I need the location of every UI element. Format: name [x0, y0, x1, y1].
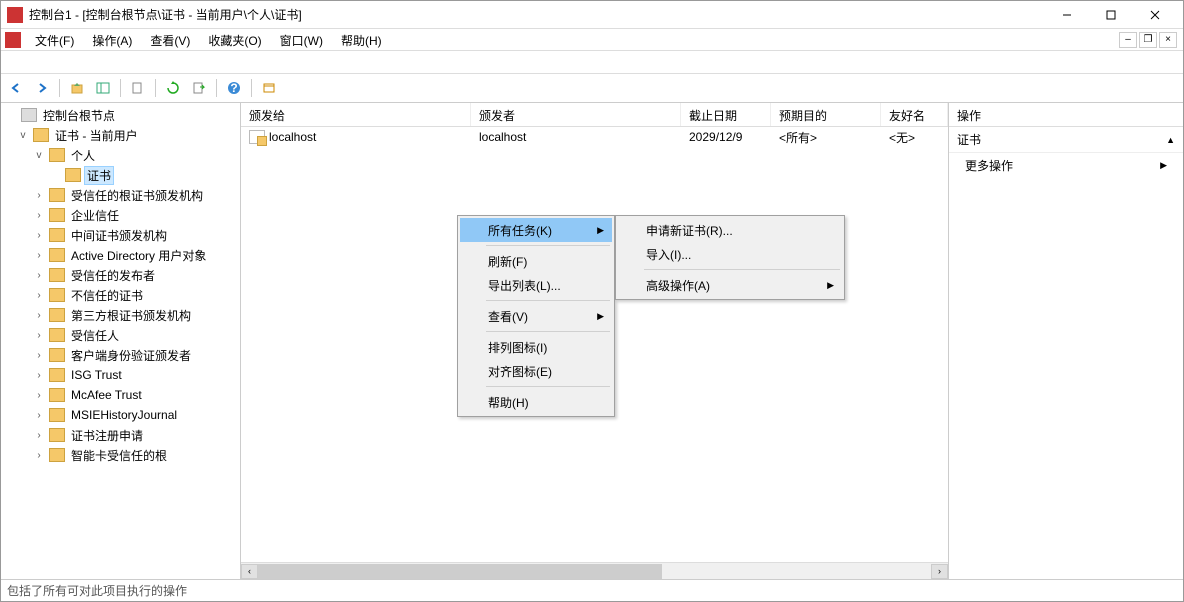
certificate-icon [249, 130, 265, 144]
title-bar: 控制台1 - [控制台根节点\证书 - 当前用户\个人\证书] [1, 1, 1183, 29]
actions-header: 操作 [949, 103, 1183, 127]
col-purpose[interactable]: 预期目的 [771, 103, 881, 126]
forward-button[interactable] [31, 77, 53, 99]
export-button[interactable] [188, 77, 210, 99]
toolbar: ? [1, 73, 1183, 103]
svg-text:?: ? [230, 81, 237, 95]
menu-file[interactable]: 文件(F) [27, 30, 82, 51]
scroll-left-button[interactable]: ‹ [241, 564, 258, 579]
tree-node[interactable]: ›ISG Trust [1, 365, 240, 385]
tree-node[interactable]: ›Active Directory 用户对象 [1, 245, 240, 265]
tree-node[interactable]: ›证书注册申请 [1, 425, 240, 445]
tree-root[interactable]: 控制台根节点 [1, 105, 240, 125]
tree-node[interactable]: ›McAfee Trust [1, 385, 240, 405]
tree-pane[interactable]: 控制台根节点 v证书 - 当前用户 v个人 证书 ›受信任的根证书颁发机构 ›企… [1, 103, 241, 579]
ctx-advanced[interactable]: 高级操作(A)▶ [618, 273, 842, 297]
tree-node[interactable]: ›中间证书颁发机构 [1, 225, 240, 245]
col-friendly[interactable]: 友好名 [881, 103, 948, 126]
tree-node[interactable]: ›受信任的根证书颁发机构 [1, 185, 240, 205]
tree-node[interactable]: ›智能卡受信任的根 [1, 445, 240, 465]
copy-button[interactable] [127, 77, 149, 99]
mdi-close-button[interactable]: × [1159, 32, 1177, 48]
ctx-align[interactable]: 对齐图标(E) [460, 359, 612, 383]
context-menu-sub: 申请新证书(R)... 导入(I)... 高级操作(A)▶ [615, 215, 845, 300]
ctx-request-new-cert[interactable]: 申请新证书(R)... [618, 218, 842, 242]
help-button[interactable]: ? [223, 77, 245, 99]
tree-certificates[interactable]: 证书 [1, 165, 240, 185]
table-row[interactable]: localhost localhost 2029/12/9 <所有> <无> [241, 127, 948, 147]
app-icon [7, 7, 23, 23]
col-issued-to[interactable]: 颁发给 [241, 103, 471, 126]
tree-certs-user[interactable]: v证书 - 当前用户 [1, 125, 240, 145]
back-button[interactable] [5, 77, 27, 99]
new-window-button[interactable] [258, 77, 280, 99]
cell-friendly: <无> [881, 127, 948, 150]
menu-favorites[interactable]: 收藏夹(O) [200, 30, 269, 51]
cell-issued-to: localhost [269, 130, 316, 144]
ctx-help[interactable]: 帮助(H) [460, 390, 612, 414]
cell-exp-date: 2029/12/9 [681, 127, 771, 148]
scroll-thumb[interactable] [258, 564, 662, 579]
ctx-arrange[interactable]: 排列图标(I) [460, 335, 612, 359]
submenu-arrow-icon: ▶ [827, 280, 834, 291]
cell-issued-by: localhost [471, 127, 681, 148]
tree-node[interactable]: ›企业信任 [1, 205, 240, 225]
actions-pane: 操作 证书 ▲ 更多操作 ▶ [948, 103, 1183, 579]
context-menu-main: 所有任务(K)▶ 刷新(F) 导出列表(L)... 查看(V)▶ 排列图标(I)… [457, 215, 615, 417]
ctx-view[interactable]: 查看(V)▶ [460, 304, 612, 328]
collapse-icon: ▲ [1166, 135, 1175, 145]
ctx-all-tasks[interactable]: 所有任务(K)▶ [460, 218, 612, 242]
menu-action[interactable]: 操作(A) [84, 30, 140, 51]
horizontal-scrollbar[interactable]: ‹ › [241, 562, 948, 579]
col-exp-date[interactable]: 截止日期 [681, 103, 771, 126]
close-button[interactable] [1133, 2, 1177, 28]
submenu-arrow-icon: ▶ [1160, 160, 1167, 171]
maximize-button[interactable] [1089, 2, 1133, 28]
tree-node[interactable]: ›MSIEHistoryJournal [1, 405, 240, 425]
tree-node[interactable]: ›受信任人 [1, 325, 240, 345]
actions-section-title[interactable]: 证书 ▲ [949, 127, 1183, 153]
menu-view[interactable]: 查看(V) [142, 30, 198, 51]
submenu-arrow-icon: ▶ [597, 311, 604, 322]
cell-purpose: <所有> [771, 127, 881, 150]
mdi-app-icon [5, 32, 21, 48]
menu-help[interactable]: 帮助(H) [333, 30, 390, 51]
col-issued-by[interactable]: 颁发者 [471, 103, 681, 126]
submenu-arrow-icon: ▶ [597, 225, 604, 236]
scroll-right-button[interactable]: › [931, 564, 948, 579]
tree-node[interactable]: ›不信任的证书 [1, 285, 240, 305]
mdi-restore-button[interactable]: ❐ [1139, 32, 1157, 48]
ctx-import[interactable]: 导入(I)... [618, 242, 842, 266]
action-more[interactable]: 更多操作 ▶ [949, 153, 1183, 178]
refresh-button[interactable] [162, 77, 184, 99]
ctx-refresh[interactable]: 刷新(F) [460, 249, 612, 273]
window-title: 控制台1 - [控制台根节点\证书 - 当前用户\个人\证书] [29, 6, 1045, 23]
tree-node[interactable]: ›客户端身份验证颁发者 [1, 345, 240, 365]
minimize-button[interactable] [1045, 2, 1089, 28]
status-bar: 包括了所有可对此项目执行的操作 [1, 579, 1183, 601]
tree-personal[interactable]: v个人 [1, 145, 240, 165]
list-header: 颁发给 颁发者 截止日期 预期目的 友好名 [241, 103, 948, 127]
menu-bar: 文件(F) 操作(A) 查看(V) 收藏夹(O) 窗口(W) 帮助(H) [23, 29, 394, 51]
tree-node[interactable]: ›第三方根证书颁发机构 [1, 305, 240, 325]
ctx-export-list[interactable]: 导出列表(L)... [460, 273, 612, 297]
tree-node[interactable]: ›受信任的发布者 [1, 265, 240, 285]
menu-window[interactable]: 窗口(W) [272, 30, 331, 51]
mdi-minimize-button[interactable]: – [1119, 32, 1137, 48]
show-hide-tree-button[interactable] [92, 77, 114, 99]
up-button[interactable] [66, 77, 88, 99]
